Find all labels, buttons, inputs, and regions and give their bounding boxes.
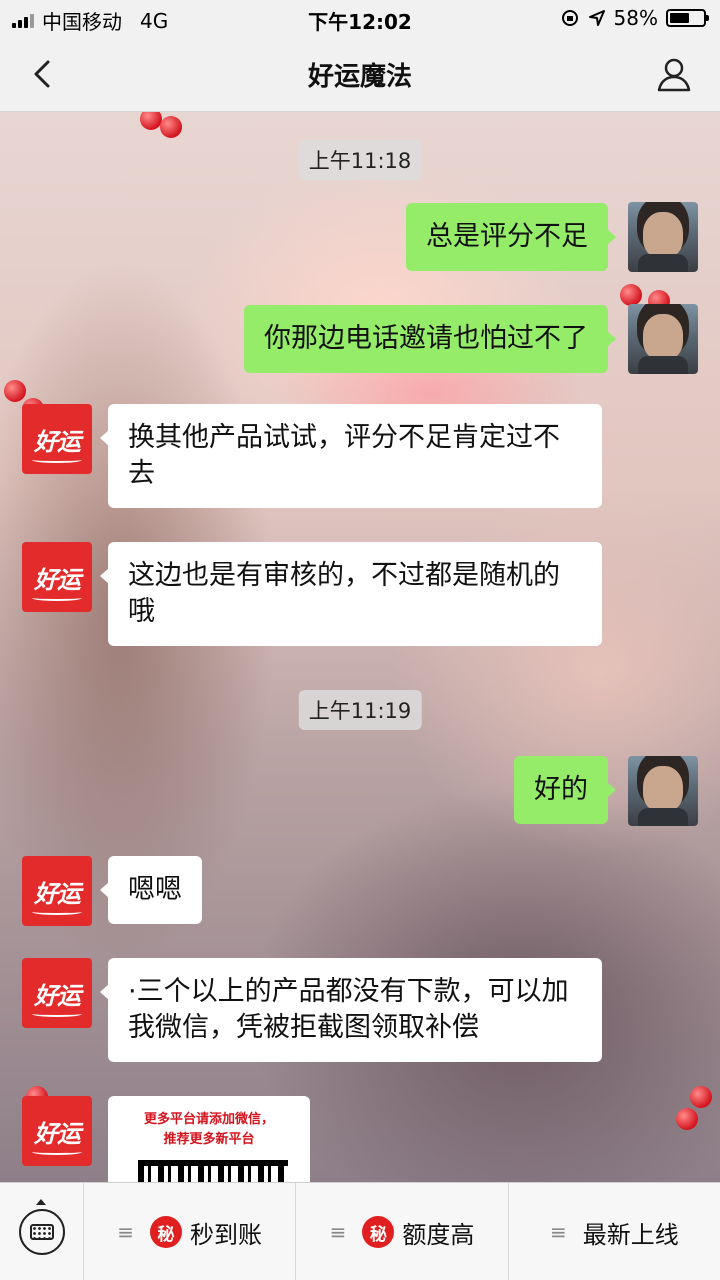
rotation-lock-icon: [561, 10, 578, 26]
brand-avatar[interactable]: 好运: [22, 1096, 92, 1166]
promo-line: 推荐更多新平台: [163, 1132, 255, 1147]
promo-line: 更多平台请添加微信，: [143, 1112, 274, 1127]
menu-item-high-limit[interactable]: ≡ 秘 额度高: [296, 1183, 509, 1280]
user-avatar[interactable]: [628, 304, 698, 374]
keyboard-icon: [18, 1209, 65, 1255]
menu-item-label: 秒到账: [190, 1220, 263, 1249]
nav-bar: 好运魔法: [0, 36, 720, 112]
battery-icon: [666, 9, 709, 27]
brand-avatar[interactable]: 好运: [22, 542, 92, 612]
brand-avatar[interactable]: 好运: [22, 958, 92, 1028]
chat-area[interactable]: 上午11:18 总是评分不足 你那边电话邀请也怕过不了 好运 换其他产品试试，评…: [0, 112, 720, 1182]
message-bubble[interactable]: ·三个以上的产品都没有下款，可以加我微信，凭被拒截图领取补偿: [100, 958, 602, 1062]
menu-item-label: 最新上线: [582, 1220, 679, 1249]
bottom-menu: ≡ 秘 秒到账 ≡ 秘 额度高 ≡ 最新上线: [0, 1182, 720, 1280]
menu-item-label: 额度高: [402, 1220, 475, 1249]
page-title: 好运魔法: [307, 62, 412, 92]
message-bubble[interactable]: 总是评分不足: [406, 203, 616, 271]
secret-badge: 秘: [150, 1216, 183, 1248]
brand-logo: 好运: [32, 422, 82, 463]
menu-icon: ≡: [329, 1220, 347, 1244]
menu-icon: ≡: [549, 1220, 567, 1244]
message-bubble[interactable]: 你那边电话邀请也怕过不了: [244, 305, 616, 373]
menu-item-new[interactable]: ≡ 最新上线: [509, 1183, 720, 1280]
brand-logo: 好运: [32, 976, 82, 1017]
status-bar: 中国移动 4G 下午12:02 58%: [0, 0, 720, 36]
image-message[interactable]: 更多平台请添加微信， 推荐更多新平台: [108, 1096, 310, 1182]
brand-logo: 好运: [32, 560, 82, 601]
brand-logo: 好运: [32, 874, 82, 915]
menu-item-instant[interactable]: ≡ 秘 秒到账: [84, 1183, 297, 1280]
user-avatar[interactable]: [628, 756, 698, 826]
timestamp: 上午11:19: [298, 690, 422, 730]
keyboard-toggle-button[interactable]: [0, 1183, 84, 1280]
qr-code: [138, 1160, 288, 1182]
location-icon: [588, 10, 605, 26]
brand-avatar[interactable]: 好运: [22, 856, 92, 926]
brand-logo: 好运: [32, 1114, 82, 1155]
message-bubble[interactable]: 好的: [514, 756, 616, 824]
secret-badge: 秘: [362, 1216, 395, 1248]
caret-up-icon: [36, 1199, 46, 1205]
battery-percent: 58%: [613, 6, 658, 30]
message-bubble[interactable]: 这边也是有审核的，不过都是随机的哦: [100, 542, 602, 646]
menu-icon: ≡: [117, 1220, 135, 1244]
message-bubble[interactable]: 嗯嗯: [100, 856, 202, 924]
user-avatar[interactable]: [628, 202, 698, 272]
person-icon[interactable]: [654, 54, 694, 94]
brand-avatar[interactable]: 好运: [22, 404, 92, 474]
timestamp: 上午11:18: [298, 140, 422, 180]
message-bubble[interactable]: 换其他产品试试，评分不足肯定过不去: [100, 404, 602, 508]
